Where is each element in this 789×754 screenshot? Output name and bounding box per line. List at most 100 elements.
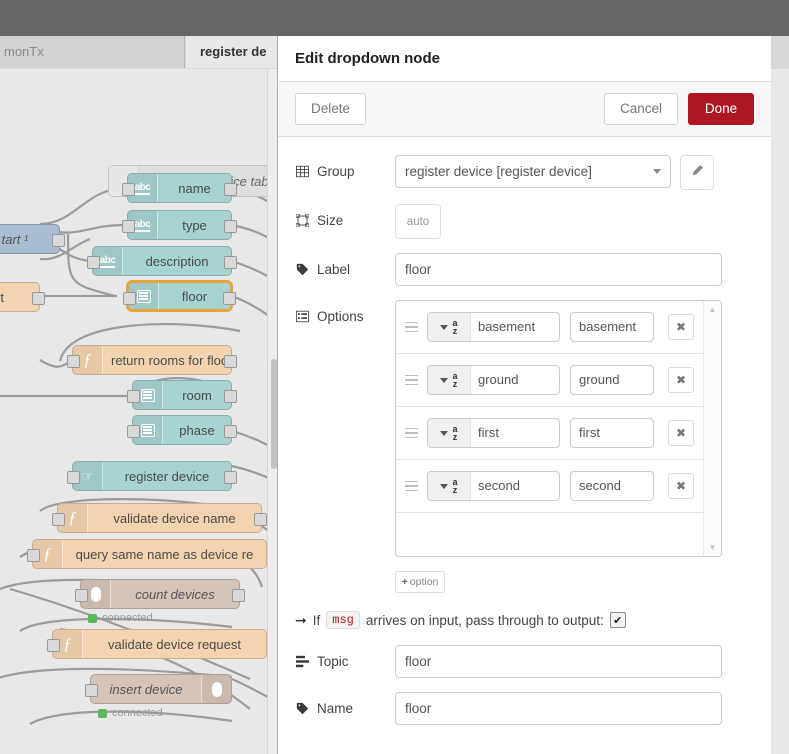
node-output-port[interactable] (223, 292, 236, 305)
scroll-up-arrow-icon[interactable]: ▲ (704, 301, 721, 318)
node-input-port[interactable] (122, 220, 135, 233)
string-type-icon: az (452, 318, 458, 336)
node-input-port[interactable] (52, 513, 65, 526)
node-output-port[interactable] (224, 355, 237, 368)
topic-input[interactable]: floor (395, 645, 722, 678)
node-input-port[interactable] (123, 292, 136, 305)
drag-handle-icon[interactable] (405, 480, 427, 492)
option-row[interactable]: az basement basement ✖ (396, 301, 704, 354)
node-input-port[interactable] (75, 589, 88, 602)
passthrough-checkbox[interactable]: ✔ (609, 612, 626, 628)
option-label-field[interactable]: az second (427, 471, 560, 501)
node-output-port[interactable] (232, 589, 245, 602)
canvas-node-rt[interactable]: rt (0, 282, 45, 312)
option-type-selector[interactable]: az (428, 313, 471, 341)
chevron-down-icon (440, 324, 449, 330)
option-type-selector[interactable]: az (428, 419, 471, 447)
node-input-port[interactable] (127, 425, 140, 438)
topic-label-text: Topic (317, 654, 349, 669)
canvas-node-insert-device[interactable]: insert device (85, 674, 232, 704)
delete-button[interactable]: Delete (295, 93, 367, 125)
add-option-button[interactable]: + option (395, 571, 445, 593)
drag-handle-icon[interactable] (405, 374, 427, 386)
app-top-bar (0, 0, 789, 36)
options-row: Options az basement basement ✖ a z groun… (295, 300, 754, 557)
node-input-port[interactable] (85, 684, 98, 697)
canvas-node-status-count-devices: connected (88, 612, 153, 624)
canvas-node-label: insert device (109, 681, 183, 697)
option-label-field[interactable]: az first (427, 418, 560, 448)
node-input-port[interactable] (87, 256, 100, 269)
cancel-button[interactable]: Cancel (603, 93, 678, 125)
node-output-port[interactable] (32, 292, 45, 305)
option-value-input[interactable]: basement (570, 312, 654, 342)
option-value-input[interactable]: second (570, 471, 654, 501)
name-input[interactable]: floor (395, 692, 722, 725)
option-value-input[interactable]: first (570, 418, 654, 448)
node-output-port[interactable] (224, 425, 237, 438)
options-label: Options (295, 300, 395, 333)
flow-tab-montx[interactable]: monTx (0, 36, 185, 68)
canvas-node-label: type (182, 217, 207, 233)
options-label-text: Options (317, 309, 364, 324)
label-row: Label floor (295, 253, 754, 286)
option-row[interactable]: az ground ground ✖ (396, 354, 704, 407)
group-select[interactable]: register device [register device] (395, 155, 671, 188)
canvas-node-floor[interactable]: floor (123, 281, 236, 311)
dialog-header: Edit dropdown node (278, 36, 771, 81)
options-scrollbar[interactable]: ▲ ▼ (703, 301, 721, 556)
option-delete-button[interactable]: ✖ (668, 314, 694, 340)
canvas-node-label: query same name as device re (75, 546, 254, 562)
node-input-port[interactable] (67, 471, 80, 484)
canvas-node-return-rooms-for-floor[interactable]: ƒ return rooms for floor (67, 345, 237, 375)
node-output-port[interactable] (254, 513, 267, 526)
option-label-field[interactable]: az ground (427, 365, 560, 395)
done-button[interactable]: Done (688, 93, 754, 125)
option-delete-button[interactable]: ✖ (668, 367, 694, 393)
option-row[interactable]: az first first ✖ (396, 407, 704, 460)
node-input-port[interactable] (127, 390, 140, 403)
canvas-node-label: room (182, 387, 212, 403)
node-input-port[interactable] (67, 355, 80, 368)
canvas-node-description[interactable]: abc description (87, 246, 237, 276)
option-label-value: first (478, 425, 499, 440)
node-output-port[interactable] (224, 471, 237, 484)
flow-tab-label: monTx (4, 44, 44, 59)
canvas-node-phase[interactable]: phase (127, 415, 237, 445)
canvas-node-register-device[interactable]: ☞ register device (67, 461, 237, 491)
edit-dropdown-node-dialog: Edit dropdown node Delete Cancel Done Gr… (277, 36, 771, 754)
option-type-selector[interactable]: az (428, 366, 471, 394)
canvas-node-label: phase (179, 422, 215, 438)
option-label-field[interactable]: az basement (427, 312, 560, 342)
node-output-port[interactable] (224, 390, 237, 403)
option-delete-button[interactable]: ✖ (668, 473, 694, 499)
option-row[interactable]: az second second ✖ (396, 460, 704, 513)
canvas-node-query-same-name[interactable]: ƒ query same name as device re (27, 539, 267, 569)
canvas-node-validate-device-name[interactable]: ƒ validate device name (52, 503, 267, 533)
drag-handle-icon[interactable] (405, 321, 427, 333)
canvas-node-count-devices[interactable]: count devices (75, 579, 245, 609)
drag-handle-icon[interactable] (405, 427, 427, 439)
add-option-label: option (409, 576, 439, 588)
canvas-node-name[interactable]: abc name (122, 173, 237, 203)
scroll-down-arrow-icon[interactable]: ▼ (704, 539, 721, 556)
node-input-port[interactable] (122, 183, 135, 196)
canvas-node-label: validate device name (113, 510, 236, 526)
option-type-selector[interactable]: az (428, 472, 471, 500)
size-button[interactable]: auto (395, 204, 441, 239)
option-value-input[interactable]: ground (570, 365, 654, 395)
node-input-port[interactable] (47, 639, 60, 652)
label-input[interactable]: floor (395, 253, 722, 286)
node-output-port[interactable] (52, 234, 65, 247)
node-output-port[interactable] (224, 256, 237, 269)
option-delete-button[interactable]: ✖ (668, 420, 694, 446)
canvas-node-room[interactable]: room (127, 380, 237, 410)
node-output-port[interactable] (224, 183, 237, 196)
node-output-port[interactable] (224, 220, 237, 233)
canvas-node-type[interactable]: abc type (122, 210, 237, 240)
canvas-node-start[interactable]: tart ¹ (0, 224, 65, 254)
flow-tab-label: register de (200, 44, 267, 59)
edit-group-button[interactable] (680, 155, 714, 190)
canvas-node-validate-device-request[interactable]: ƒ validate device request (47, 629, 267, 659)
node-input-port[interactable] (27, 549, 40, 562)
